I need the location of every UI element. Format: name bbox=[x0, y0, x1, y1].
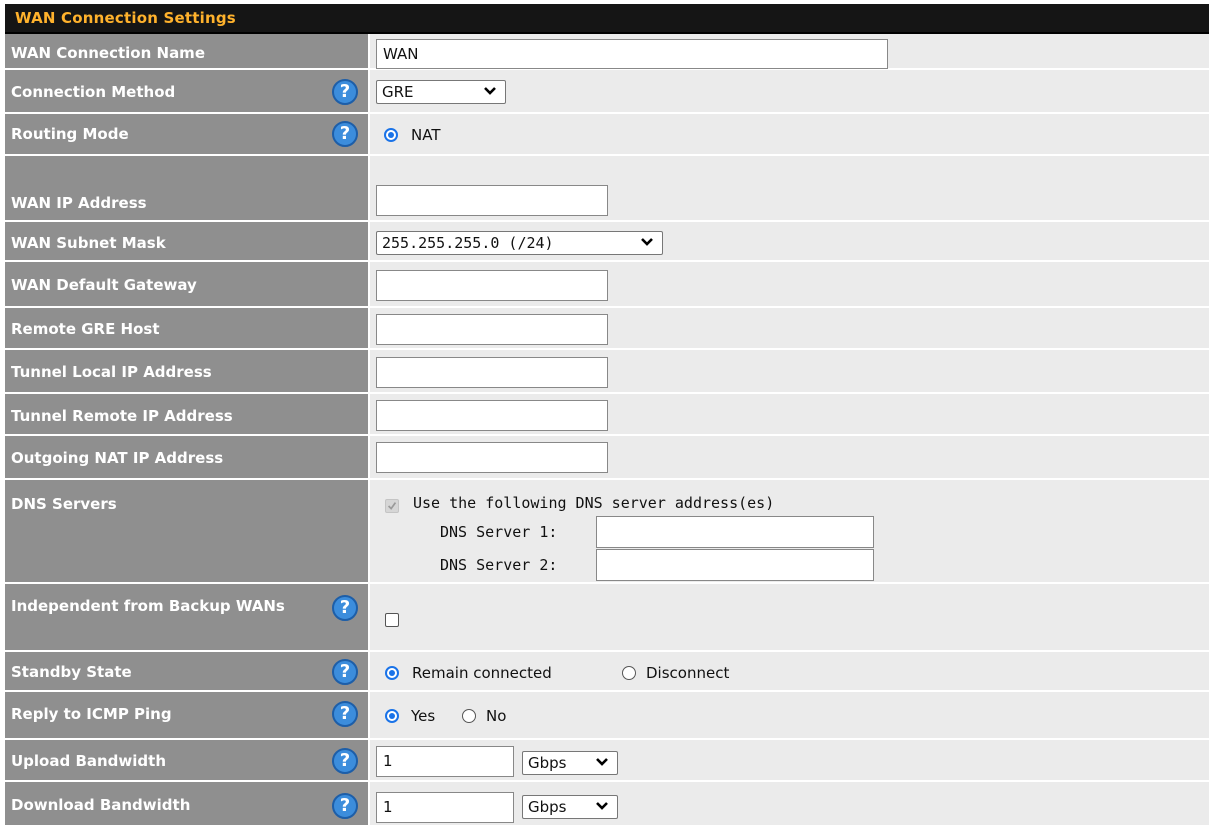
label-reply-icmp-ping: Reply to ICMP Ping bbox=[11, 705, 172, 723]
help-icon[interactable]: ? bbox=[332, 595, 358, 621]
standby-remain-connected-label: Remain connected bbox=[412, 664, 552, 682]
label-independent-backup: Independent from Backup WANs bbox=[11, 597, 285, 615]
label-routing-mode: Routing Mode bbox=[11, 125, 129, 143]
dns-use-following-checkbox[interactable] bbox=[385, 499, 399, 513]
icmp-yes-radio[interactable] bbox=[385, 709, 399, 723]
label-upload-bandwidth: Upload Bandwidth bbox=[11, 752, 167, 770]
chevron-down-icon bbox=[484, 87, 496, 95]
help-icon[interactable]: ? bbox=[332, 121, 358, 147]
row-upload-bandwidth: Upload Bandwidth ? 1 Gbps bbox=[5, 740, 1209, 782]
section-title: WAN Connection Settings bbox=[15, 9, 236, 27]
row-routing-mode: Routing Mode ? NAT bbox=[5, 114, 1209, 156]
routing-mode-nat-radio[interactable] bbox=[384, 128, 398, 142]
download-unit-value: Gbps bbox=[528, 798, 567, 816]
wan-default-gateway-input[interactable] bbox=[376, 270, 608, 301]
wan-ip-address-input[interactable] bbox=[376, 185, 608, 216]
tunnel-local-ip-input[interactable] bbox=[376, 357, 608, 388]
chevron-down-icon bbox=[641, 238, 653, 246]
label-tunnel-remote-ip: Tunnel Remote IP Address bbox=[11, 407, 233, 425]
label-tunnel-local-ip: Tunnel Local IP Address bbox=[11, 363, 212, 381]
dns-use-following-label: Use the following DNS server address(es) bbox=[413, 494, 775, 512]
connection-method-select[interactable]: GRE bbox=[376, 80, 506, 104]
label-download-bandwidth: Download Bandwidth bbox=[11, 796, 191, 814]
dns-server-1-label: DNS Server 1: bbox=[440, 523, 558, 541]
label-wan-connection-name: WAN Connection Name bbox=[11, 44, 205, 62]
row-tunnel-remote-ip: Tunnel Remote IP Address bbox=[5, 394, 1209, 436]
row-tunnel-local-ip: Tunnel Local IP Address bbox=[5, 350, 1209, 394]
row-wan-ip-address: WAN IP Address bbox=[5, 184, 1209, 222]
chevron-down-icon bbox=[596, 758, 608, 766]
upload-unit-select[interactable]: Gbps bbox=[522, 751, 618, 775]
label-outgoing-nat-ip: Outgoing NAT IP Address bbox=[11, 449, 224, 467]
row-wan-default-gateway: WAN Default Gateway bbox=[5, 262, 1209, 308]
chevron-down-icon bbox=[596, 802, 608, 810]
row-standby-state: Standby State ? Remain connected Disconn… bbox=[5, 652, 1209, 692]
row-outgoing-nat-ip: Outgoing NAT IP Address bbox=[5, 436, 1209, 480]
remote-gre-host-input[interactable] bbox=[376, 314, 608, 345]
wan-connection-name-input[interactable]: WAN bbox=[376, 39, 888, 69]
row-independent-backup: Independent from Backup WANs ? bbox=[5, 584, 1209, 652]
label-connection-method: Connection Method bbox=[11, 83, 176, 101]
row-wan-connection-name: WAN Connection Name WAN bbox=[5, 34, 1209, 70]
row-wan-subnet-mask: WAN Subnet Mask 255.255.255.0 (/24) bbox=[5, 222, 1209, 262]
dns-server-2-label: DNS Server 2: bbox=[440, 556, 558, 574]
independent-backup-checkbox[interactable] bbox=[385, 613, 399, 627]
row-remote-gre-host: Remote GRE Host bbox=[5, 308, 1209, 350]
standby-disconnect-radio[interactable] bbox=[622, 666, 636, 680]
help-icon[interactable]: ? bbox=[332, 79, 358, 105]
row-reply-icmp-ping: Reply to ICMP Ping ? Yes No bbox=[5, 692, 1209, 740]
help-icon[interactable]: ? bbox=[332, 748, 358, 774]
dns-server-2-input[interactable] bbox=[596, 549, 874, 581]
label-wan-subnet-mask: WAN Subnet Mask bbox=[11, 234, 166, 252]
label-wan-ip-address: WAN IP Address bbox=[11, 194, 147, 212]
section-header: WAN Connection Settings bbox=[5, 4, 1209, 34]
standby-remain-connected-radio[interactable] bbox=[385, 666, 399, 680]
connection-method-value: GRE bbox=[382, 83, 414, 101]
tunnel-remote-ip-input[interactable] bbox=[376, 400, 608, 431]
icmp-no-label: No bbox=[486, 707, 507, 725]
label-dns-servers: DNS Servers bbox=[11, 495, 117, 513]
help-icon[interactable]: ? bbox=[332, 701, 358, 727]
icmp-no-radio[interactable] bbox=[462, 709, 476, 723]
wan-subnet-mask-select[interactable]: 255.255.255.0 (/24) bbox=[376, 231, 663, 255]
outgoing-nat-ip-input[interactable] bbox=[376, 442, 608, 473]
row-download-bandwidth: Download Bandwidth ? 1 Gbps bbox=[5, 782, 1209, 825]
help-icon[interactable]: ? bbox=[332, 793, 358, 819]
download-bandwidth-input[interactable]: 1 bbox=[376, 792, 514, 823]
row-dns-servers: DNS Servers Use the following DNS server… bbox=[5, 480, 1209, 584]
row-connection-method: Connection Method ? GRE bbox=[5, 70, 1209, 114]
dns-server-1-input[interactable] bbox=[596, 516, 874, 548]
help-icon[interactable]: ? bbox=[332, 659, 358, 685]
upload-unit-value: Gbps bbox=[528, 754, 567, 772]
wan-subnet-mask-value: 255.255.255.0 (/24) bbox=[382, 234, 554, 252]
download-unit-select[interactable]: Gbps bbox=[522, 795, 618, 819]
routing-mode-nat-label: NAT bbox=[411, 126, 441, 144]
label-standby-state: Standby State bbox=[11, 663, 132, 681]
label-wan-default-gateway: WAN Default Gateway bbox=[11, 276, 197, 294]
upload-bandwidth-input[interactable]: 1 bbox=[376, 746, 514, 777]
label-remote-gre-host: Remote GRE Host bbox=[11, 320, 160, 338]
check-icon bbox=[387, 502, 397, 510]
standby-disconnect-label: Disconnect bbox=[646, 664, 730, 682]
icmp-yes-label: Yes bbox=[411, 707, 436, 725]
